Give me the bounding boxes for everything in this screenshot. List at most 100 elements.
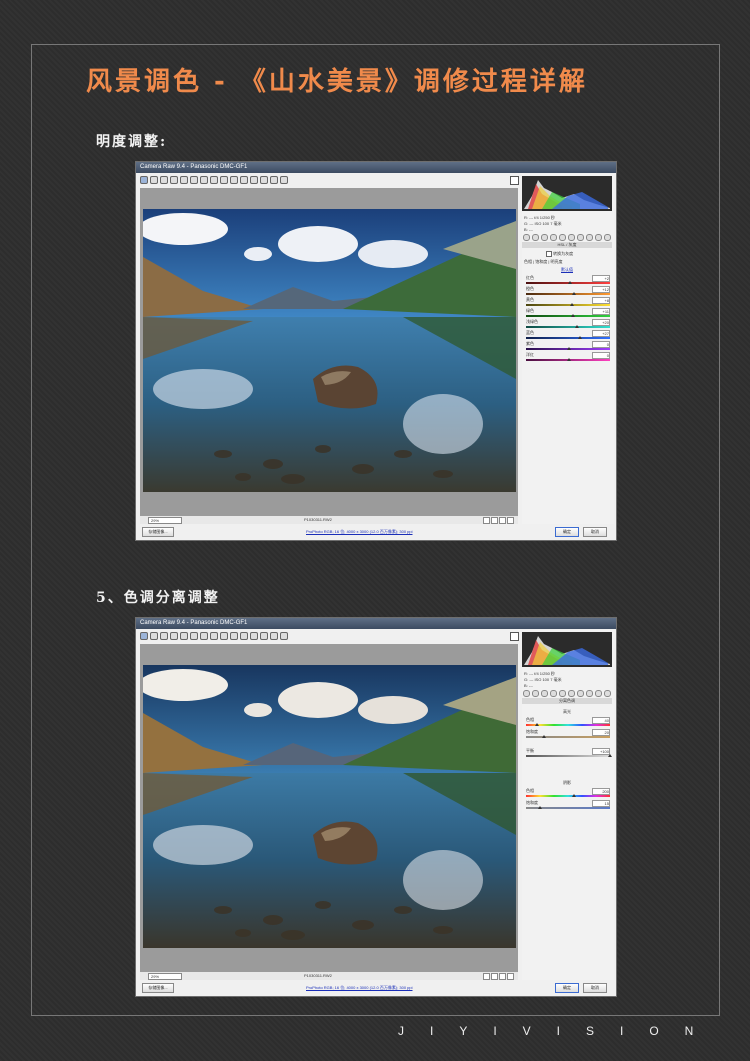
color-sampler-icon[interactable] (170, 176, 178, 184)
graduated-filter-icon[interactable] (240, 176, 248, 184)
adjustment-brush-icon[interactable] (230, 632, 238, 640)
snapshots-tab-icon[interactable] (604, 690, 611, 697)
slider-value-input[interactable]: 0 (592, 341, 610, 348)
hsl-subtabs[interactable]: 色相 | 饱和度 | 明亮度 (524, 259, 610, 265)
slider-thumb[interactable] (542, 735, 547, 738)
ok-button[interactable]: 确定 (555, 527, 579, 537)
cancel-button[interactable]: 取消 (583, 527, 607, 537)
slider-value-input[interactable]: 15 (592, 800, 610, 807)
slider-track[interactable] (526, 736, 610, 738)
slider-track[interactable] (526, 755, 610, 757)
fullscreen-toggle-icon[interactable] (510, 632, 519, 641)
preferences-icon[interactable] (260, 176, 268, 184)
slider-thumb[interactable] (571, 314, 576, 317)
slider-thumb[interactable] (567, 358, 571, 361)
slider-value-input[interactable]: +11 (592, 308, 610, 315)
slider-thumb[interactable] (570, 303, 575, 306)
target-adjust-icon[interactable] (180, 632, 188, 640)
swap-icon[interactable] (491, 973, 498, 980)
slider-thumb[interactable] (571, 292, 576, 295)
before-after-icon[interactable] (483, 517, 490, 524)
toggle-default-icon[interactable] (507, 973, 514, 980)
preferences-icon[interactable] (260, 632, 268, 640)
rotate-right-icon[interactable] (280, 632, 288, 640)
slider-thumb[interactable] (575, 325, 580, 328)
slider-thumb[interactable] (535, 723, 540, 726)
slider-value-input[interactable]: +27 (592, 330, 610, 337)
lens-tab-icon[interactable] (568, 234, 575, 241)
slider-thumb[interactable] (571, 794, 576, 797)
detail-tab-icon[interactable] (541, 234, 548, 241)
target-adjust-icon[interactable] (180, 176, 188, 184)
spot-removal-icon[interactable] (210, 632, 218, 640)
tone-curve-tab-icon[interactable] (532, 690, 539, 697)
slider-track[interactable] (526, 795, 610, 797)
calibration-tab-icon[interactable] (586, 690, 593, 697)
basic-tab-icon[interactable] (523, 690, 530, 697)
detail-tab-icon[interactable] (541, 690, 548, 697)
hand-tool-icon[interactable] (150, 632, 158, 640)
lens-tab-icon[interactable] (568, 690, 575, 697)
effects-tab-icon[interactable] (577, 690, 584, 697)
radial-filter-icon[interactable] (250, 176, 258, 184)
slider-track[interactable] (526, 326, 610, 328)
crop-tool-icon[interactable] (190, 176, 198, 184)
cancel-button[interactable]: 取消 (583, 983, 607, 993)
zoom-select[interactable]: 29% (148, 517, 182, 524)
white-balance-tool-icon[interactable] (160, 176, 168, 184)
rotate-left-icon[interactable] (270, 176, 278, 184)
red-eye-icon[interactable] (220, 632, 228, 640)
tone-curve-tab-icon[interactable] (532, 234, 539, 241)
snapshots-tab-icon[interactable] (604, 234, 611, 241)
presets-tab-icon[interactable] (595, 690, 602, 697)
before-after-icon[interactable] (483, 973, 490, 980)
workflow-options-link[interactable]: ProPhoto RGB; 16 位; 4000 x 3000 (12.0 百万… (306, 529, 413, 535)
calibration-tab-icon[interactable] (586, 234, 593, 241)
slider-value-input[interactable]: +20 (592, 319, 610, 326)
rotate-right-icon[interactable] (280, 176, 288, 184)
slider-track[interactable] (526, 315, 610, 317)
default-link[interactable]: 默认值 (524, 267, 610, 273)
slider-thumb[interactable] (608, 754, 612, 757)
slider-track[interactable] (526, 293, 610, 295)
crop-tool-icon[interactable] (190, 632, 198, 640)
swap-icon[interactable] (491, 517, 498, 524)
zoom-select[interactable]: 29% (148, 973, 182, 980)
slider-value-input[interactable]: 40 (592, 717, 610, 724)
red-eye-icon[interactable] (220, 176, 228, 184)
toggle-default-icon[interactable] (507, 517, 514, 524)
adjustment-brush-icon[interactable] (230, 176, 238, 184)
copy-settings-icon[interactable] (499, 517, 506, 524)
copy-settings-icon[interactable] (499, 973, 506, 980)
grayscale-checkbox[interactable]: 转换为灰度 (524, 251, 610, 257)
slider-thumb[interactable] (567, 281, 572, 284)
slider-thumb[interactable] (538, 806, 543, 809)
fullscreen-toggle-icon[interactable] (510, 176, 519, 185)
split-tone-tab-icon[interactable] (559, 234, 566, 241)
save-image-button[interactable]: 存储图像... (142, 983, 174, 993)
slider-value-input[interactable]: 200 (592, 788, 610, 795)
hsl-tab-icon[interactable] (550, 234, 557, 241)
slider-thumb[interactable] (577, 336, 582, 339)
effects-tab-icon[interactable] (577, 234, 584, 241)
spot-removal-icon[interactable] (210, 176, 218, 184)
basic-tab-icon[interactable] (523, 234, 530, 241)
slider-value-input[interactable]: +8 (592, 297, 610, 304)
slider-track[interactable] (526, 337, 610, 339)
hsl-tab-icon[interactable] (550, 690, 557, 697)
radial-filter-icon[interactable] (250, 632, 258, 640)
save-image-button[interactable]: 存储图像... (142, 527, 174, 537)
hand-tool-icon[interactable] (150, 176, 158, 184)
zoom-tool-icon[interactable] (140, 176, 148, 184)
slider-track[interactable] (526, 304, 610, 306)
zoom-tool-icon[interactable] (140, 632, 148, 640)
presets-tab-icon[interactable] (595, 234, 602, 241)
slider-value-input[interactable]: +12 (592, 286, 610, 293)
slider-thumb[interactable] (567, 347, 571, 350)
slider-value-input[interactable]: +2 (592, 275, 610, 282)
split-tone-tab-icon[interactable] (559, 690, 566, 697)
workflow-options-link[interactable]: ProPhoto RGB; 16 位; 4000 x 3000 (12.0 百万… (306, 985, 413, 991)
color-sampler-icon[interactable] (170, 632, 178, 640)
slider-value-input[interactable]: 20 (592, 729, 610, 736)
white-balance-tool-icon[interactable] (160, 632, 168, 640)
